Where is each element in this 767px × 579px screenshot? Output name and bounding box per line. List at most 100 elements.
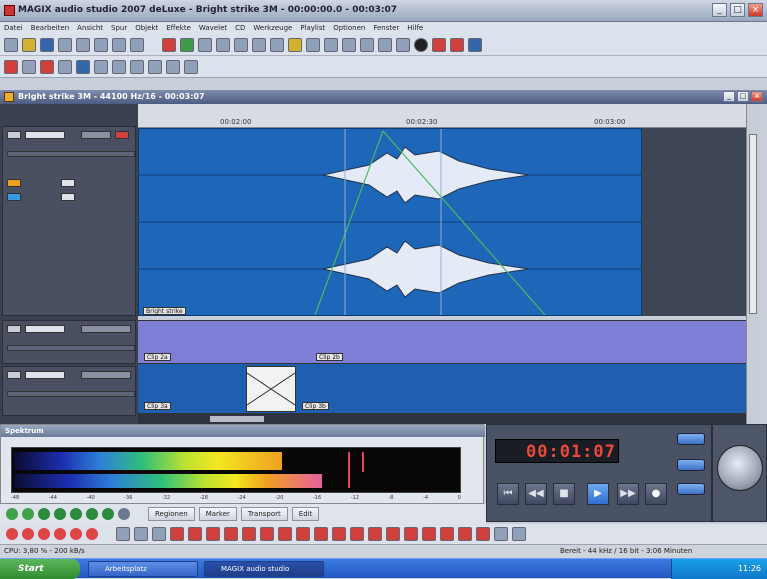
effect-21-icon[interactable] [476,527,490,541]
split-tool-icon[interactable] [162,37,176,52]
zoom-tool-icon[interactable] [216,37,230,52]
track-header-2[interactable] [2,320,136,364]
fade-icon[interactable] [306,37,320,52]
loop-icon[interactable] [38,508,50,520]
paste-icon[interactable] [94,37,108,52]
channel-left-button[interactable] [61,179,75,187]
monitor-icon[interactable] [468,37,482,52]
volume-slider[interactable] [7,151,135,157]
menu-item-werkzeuge[interactable]: Werkzeuge [253,22,292,34]
green-arrow-2-icon[interactable] [22,508,34,520]
track-fx-button[interactable] [81,131,111,139]
track-3-mute-button[interactable] [7,371,21,379]
effect-6-icon[interactable] [206,527,220,541]
start-button[interactable]: Start [0,559,80,579]
effect-12-icon[interactable] [314,527,328,541]
taskbar-item[interactable]: MAGIX audio studio [204,561,324,577]
track-2-volume-slider[interactable] [7,345,135,351]
record-dot-icon[interactable] [414,37,428,52]
tab-transport[interactable]: Transport [240,507,288,521]
eq-icon[interactable] [130,59,144,74]
channel-right-button[interactable] [61,193,75,201]
effect-23-icon[interactable] [512,527,526,541]
taskbar-item[interactable]: Arbeitsplatz [88,561,198,577]
jog-wheel[interactable] [717,445,763,491]
menu-item-wavelet[interactable]: Wavelet [199,22,227,34]
scrub-tool-icon[interactable] [270,37,284,52]
effect-14-icon[interactable] [350,527,364,541]
track-2-name-field[interactable] [25,325,65,333]
menu-item-playlist[interactable]: Playlist [300,22,325,34]
menu-item-fenster[interactable]: Fenster [373,22,399,34]
effect-3-icon[interactable] [152,527,166,541]
track-name-field[interactable] [25,131,65,139]
vertical-scrollbar-thumb[interactable] [749,134,757,314]
effect-7-icon[interactable] [224,527,238,541]
cd-icon[interactable] [4,59,18,74]
person-red-icon[interactable] [432,37,446,52]
save-icon[interactable] [40,37,54,52]
vertical-scrollbar[interactable] [746,104,758,424]
track-3-lane[interactable]: Clip 3a Clip 3b [138,364,746,414]
record-button[interactable]: ● [645,483,667,505]
track-header-1[interactable] [2,126,136,316]
burn-icon[interactable] [22,59,36,74]
menu-item-hilfe[interactable]: Hilfe [407,22,423,34]
menu-item-spur[interactable]: Spur [111,22,127,34]
marker-icon[interactable] [288,37,302,52]
record-arm-button[interactable] [115,131,129,139]
timeline-ruler[interactable]: 00:02:00 00:02:30 00:03:00 [138,104,746,128]
menu-item-datei[interactable]: Datei [4,22,23,34]
draw-tool-icon[interactable] [198,37,212,52]
cut-icon[interactable] [58,37,72,52]
open-folder-icon[interactable] [22,37,36,52]
jump-icon[interactable] [102,508,114,520]
effect-19-icon[interactable] [440,527,454,541]
range-tool-icon[interactable] [234,37,248,52]
menu-item-optionen[interactable]: Optionen [333,22,365,34]
maximize-button[interactable]: □ [730,3,745,17]
mode-button-1[interactable] [677,433,705,445]
effect-5-icon[interactable] [188,527,202,541]
tab-edit[interactable]: Edit [291,507,320,521]
menu-item-objekt[interactable]: Objekt [135,22,158,34]
effect-22-icon[interactable] [494,527,508,541]
track-3-fx-button[interactable] [81,371,131,379]
effect-13-icon[interactable] [332,527,346,541]
mode-button-3[interactable] [677,483,705,495]
redo-icon[interactable] [130,37,144,52]
normalize-icon[interactable] [324,37,338,52]
pan-icon[interactable] [360,37,374,52]
spectrum-icon[interactable] [396,37,410,52]
track-2-fx-button[interactable] [81,325,131,333]
red-tool-6-icon[interactable] [86,528,98,540]
person-red-2-icon[interactable] [450,37,464,52]
track-index-icon[interactable] [40,59,54,74]
close-button[interactable]: × [748,3,763,17]
project-maximize-button[interactable]: □ [737,91,749,102]
red-tool-2-icon[interactable] [22,528,34,540]
play-button[interactable]: ▶ [587,483,609,505]
empty-timeline-area[interactable] [642,128,746,316]
minimize-button[interactable]: _ [712,3,727,17]
grid-icon[interactable] [118,508,130,520]
effect-1-icon[interactable] [116,527,130,541]
import-icon[interactable] [94,59,108,74]
loop-2-icon[interactable] [54,508,66,520]
go-to-start-button[interactable]: ⏮ [497,483,519,505]
stop-button[interactable]: ■ [553,483,575,505]
effect-10-icon[interactable] [278,527,292,541]
effect-16-icon[interactable] [386,527,400,541]
red-tool-3-icon[interactable] [38,528,50,540]
green-arrow-icon[interactable] [6,508,18,520]
track-2-mute-button[interactable] [7,325,21,333]
tab-regionen[interactable]: Regionen [148,507,195,521]
horizontal-scrollbar-thumb[interactable] [210,416,264,422]
effect-17-icon[interactable] [404,527,418,541]
effect-9-icon[interactable] [260,527,274,541]
effect-15-icon[interactable] [368,527,382,541]
glue-tool-icon[interactable] [180,37,194,52]
waveform-clip[interactable]: Bright strike [138,128,642,316]
menu-item-cd[interactable]: CD [235,22,245,34]
pointer-tool-icon[interactable] [252,37,266,52]
